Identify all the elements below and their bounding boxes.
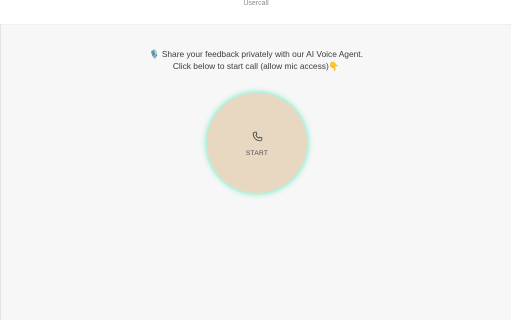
- intro-line-2: Click below to start call (allow mic acc…: [172, 61, 340, 71]
- start-label: START: [245, 150, 269, 157]
- intro-line-1: 🎙️ Share your feedback privately with ou…: [149, 49, 363, 59]
- brand-name: Usercall: [243, 0, 269, 7]
- main-panel: 🎙️ Share your feedback privately with ou…: [1, 25, 511, 320]
- usercall-page: Usercall 🎙️ Share your feedback privatel…: [0, 0, 512, 320]
- intro-text: 🎙️ Share your feedback privately with ou…: [1, 48, 511, 72]
- top-bar: Usercall: [0, 0, 512, 25]
- phone-icon: [252, 131, 263, 142]
- start-call-button[interactable]: START: [205, 91, 309, 195]
